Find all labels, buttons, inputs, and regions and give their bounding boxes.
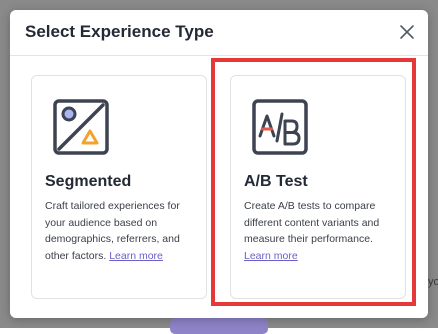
segmented-learn-more-link[interactable]: Learn more <box>109 250 163 262</box>
experience-type-modal: Select Experience Type Segmented Craft t… <box>10 10 428 318</box>
segmented-icon <box>52 98 110 156</box>
ab-test-learn-more-link[interactable]: Learn more <box>244 250 298 262</box>
close-button[interactable] <box>398 23 416 41</box>
ab-test-card[interactable]: A/B Test Create A/B tests to compare dif… <box>230 75 406 299</box>
modal-header: Select Experience Type <box>10 10 428 56</box>
segmented-title: Segmented <box>45 173 132 190</box>
close-icon <box>400 25 414 39</box>
modal-title: Select Experience Type <box>25 22 214 41</box>
ab-test-title: A/B Test <box>244 173 308 190</box>
ab-test-icon <box>251 98 309 156</box>
ab-test-description-text: Create A/B tests to compare different co… <box>244 200 380 245</box>
ab-test-description: Create A/B tests to compare different co… <box>244 198 402 264</box>
segmented-card[interactable]: Segmented Craft tailored experiences for… <box>31 75 207 299</box>
segmented-description: Craft tailored experiences for your audi… <box>45 198 203 264</box>
background-button <box>170 318 268 334</box>
background-text-fragment: yo <box>428 276 438 288</box>
